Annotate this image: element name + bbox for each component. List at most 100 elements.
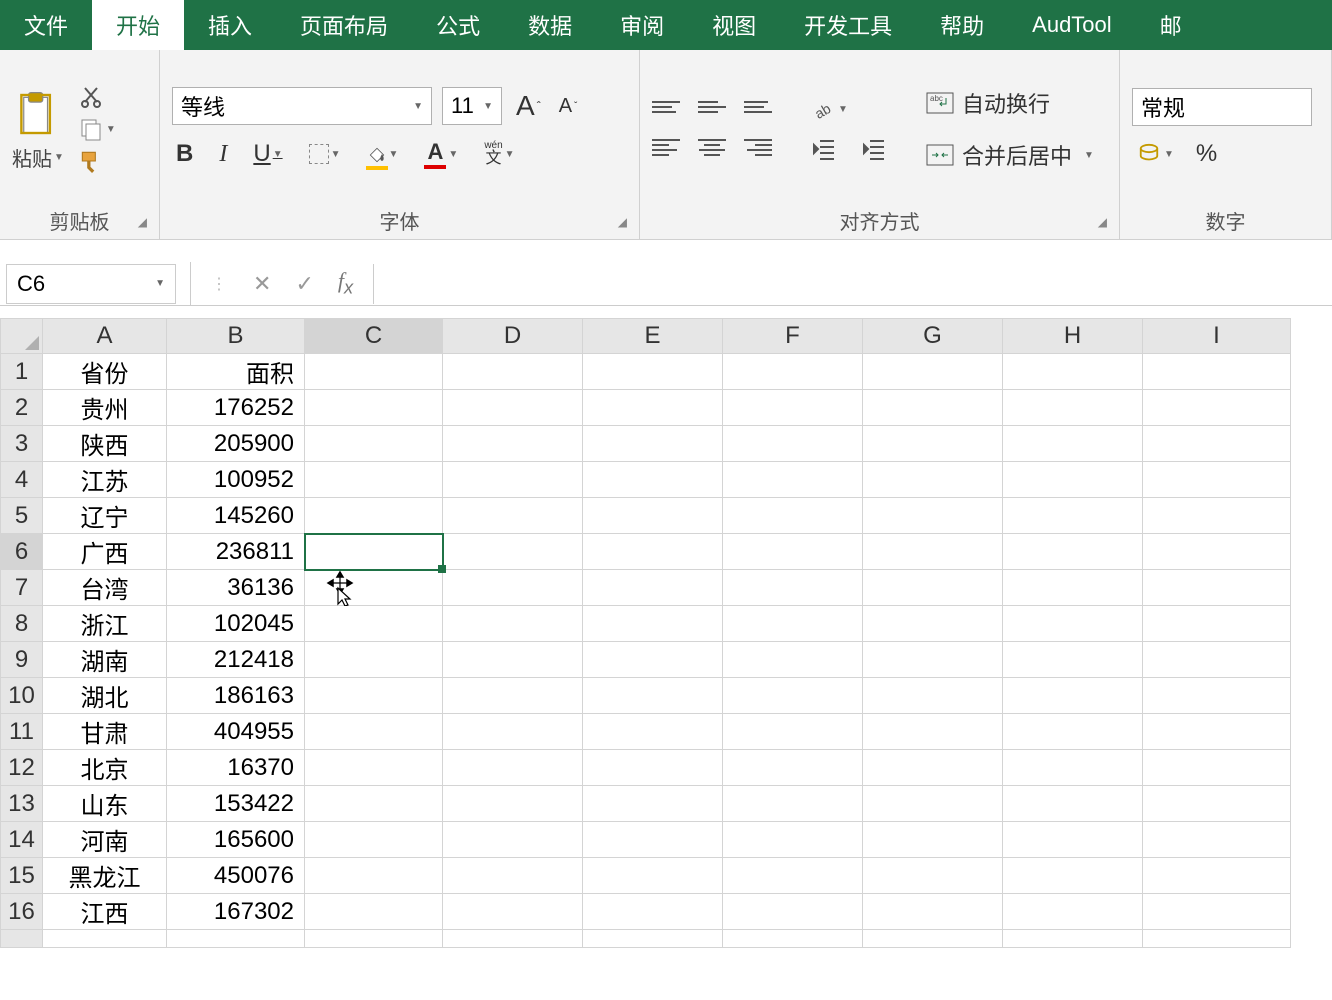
cell-F15[interactable] xyxy=(723,858,863,894)
cell-H2[interactable] xyxy=(1003,390,1143,426)
cell-E8[interactable] xyxy=(583,606,723,642)
cell-E7[interactable] xyxy=(583,570,723,606)
cell-C11[interactable] xyxy=(305,714,443,750)
column-header-A[interactable]: A xyxy=(43,319,167,354)
cell-D6[interactable] xyxy=(443,534,583,570)
cell-A5[interactable]: 辽宁 xyxy=(43,498,167,534)
cell-G16[interactable] xyxy=(863,894,1003,930)
enter-formula-button[interactable]: ✓ xyxy=(295,271,313,297)
cell-F5[interactable] xyxy=(723,498,863,534)
column-header-E[interactable]: E xyxy=(583,319,723,354)
font-name-select[interactable]: 等线▼ xyxy=(172,87,432,125)
cell-B4[interactable]: 100952 xyxy=(167,462,305,498)
cell-D15[interactable] xyxy=(443,858,583,894)
cell-E13[interactable] xyxy=(583,786,723,822)
paste-button[interactable]: 粘贴▼ xyxy=(12,143,64,172)
cell-C16[interactable] xyxy=(305,894,443,930)
paste-icon[interactable] xyxy=(16,87,60,141)
cell-E16[interactable] xyxy=(583,894,723,930)
cell-F16[interactable] xyxy=(723,894,863,930)
cell-B6[interactable]: 236811 xyxy=(167,534,305,570)
align-dialog-launcher[interactable]: ◢ xyxy=(1098,215,1107,229)
cell-A2[interactable]: 贵州 xyxy=(43,390,167,426)
cell-F13[interactable] xyxy=(723,786,863,822)
cell-B16[interactable]: 167302 xyxy=(167,894,305,930)
cell-H10[interactable] xyxy=(1003,678,1143,714)
cell-B10[interactable]: 186163 xyxy=(167,678,305,714)
cell-F10[interactable] xyxy=(723,678,863,714)
cell-H3[interactable] xyxy=(1003,426,1143,462)
align-center-button[interactable] xyxy=(698,135,726,159)
decrease-indent-button[interactable] xyxy=(808,135,840,163)
cell-D13[interactable] xyxy=(443,786,583,822)
phonetic-button[interactable]: wén文▼ xyxy=(480,139,518,169)
cell-E9[interactable] xyxy=(583,642,723,678)
cell-H11[interactable] xyxy=(1003,714,1143,750)
cell-I4[interactable] xyxy=(1143,462,1291,498)
cell-G12[interactable] xyxy=(863,750,1003,786)
align-right-button[interactable] xyxy=(744,135,772,159)
cell-G9[interactable] xyxy=(863,642,1003,678)
cell-B9[interactable]: 212418 xyxy=(167,642,305,678)
merge-center-button[interactable]: 合并后居中▼ xyxy=(918,135,1102,175)
cell-H1[interactable] xyxy=(1003,354,1143,390)
row-header-9[interactable]: 9 xyxy=(1,642,43,678)
cell-C1[interactable] xyxy=(305,354,443,390)
cell-G14[interactable] xyxy=(863,822,1003,858)
cell-C5[interactable] xyxy=(305,498,443,534)
cell-E3[interactable] xyxy=(583,426,723,462)
borders-button[interactable]: ▼ xyxy=(305,142,345,166)
cell-F1[interactable] xyxy=(723,354,863,390)
cell-F11[interactable] xyxy=(723,714,863,750)
cell-D16[interactable] xyxy=(443,894,583,930)
cell-C14[interactable] xyxy=(305,822,443,858)
cell-B15[interactable]: 450076 xyxy=(167,858,305,894)
cell-C9[interactable] xyxy=(305,642,443,678)
insert-function-button[interactable]: fx xyxy=(338,268,353,298)
cell-I15[interactable] xyxy=(1143,858,1291,894)
format-painter-button[interactable] xyxy=(78,148,116,174)
cell-G4[interactable] xyxy=(863,462,1003,498)
row-header-2[interactable]: 2 xyxy=(1,390,43,426)
cell-D12[interactable] xyxy=(443,750,583,786)
cell-A8[interactable]: 浙江 xyxy=(43,606,167,642)
number-format-select[interactable]: 常规 xyxy=(1132,88,1312,126)
cell-D9[interactable] xyxy=(443,642,583,678)
font-dialog-launcher[interactable]: ◢ xyxy=(618,215,627,229)
cell-F12[interactable] xyxy=(723,750,863,786)
cancel-formula-button[interactable]: ✕ xyxy=(253,271,271,297)
cell-I2[interactable] xyxy=(1143,390,1291,426)
font-color-button[interactable]: A▼ xyxy=(420,137,462,171)
column-header-F[interactable]: F xyxy=(723,319,863,354)
cell-I9[interactable] xyxy=(1143,642,1291,678)
tab-formulas[interactable]: 公式 xyxy=(412,0,504,50)
cell-H5[interactable] xyxy=(1003,498,1143,534)
cell-B2[interactable]: 176252 xyxy=(167,390,305,426)
italic-button[interactable]: I xyxy=(215,139,231,170)
row-header-10[interactable]: 10 xyxy=(1,678,43,714)
cell-E4[interactable] xyxy=(583,462,723,498)
cell-H8[interactable] xyxy=(1003,606,1143,642)
cell-A10[interactable]: 湖北 xyxy=(43,678,167,714)
cell-A7[interactable]: 台湾 xyxy=(43,570,167,606)
decrease-font-button[interactable]: Aˇ xyxy=(555,93,582,120)
cell-C4[interactable] xyxy=(305,462,443,498)
align-middle-button[interactable] xyxy=(698,95,726,119)
cell-I1[interactable] xyxy=(1143,354,1291,390)
font-size-select[interactable]: 11▼ xyxy=(442,87,502,125)
cell-B13[interactable]: 153422 xyxy=(167,786,305,822)
row-header-15[interactable]: 15 xyxy=(1,858,43,894)
cell-E10[interactable] xyxy=(583,678,723,714)
cell-H9[interactable] xyxy=(1003,642,1143,678)
cell-E2[interactable] xyxy=(583,390,723,426)
tab-data[interactable]: 数据 xyxy=(504,0,596,50)
column-header-D[interactable]: D xyxy=(443,319,583,354)
cell-I7[interactable] xyxy=(1143,570,1291,606)
cell-C3[interactable] xyxy=(305,426,443,462)
cell-D1[interactable] xyxy=(443,354,583,390)
cell-G11[interactable] xyxy=(863,714,1003,750)
row-header-6[interactable]: 6 xyxy=(1,534,43,570)
cell-C15[interactable] xyxy=(305,858,443,894)
tab-insert[interactable]: 插入 xyxy=(184,0,276,50)
cell-G1[interactable] xyxy=(863,354,1003,390)
